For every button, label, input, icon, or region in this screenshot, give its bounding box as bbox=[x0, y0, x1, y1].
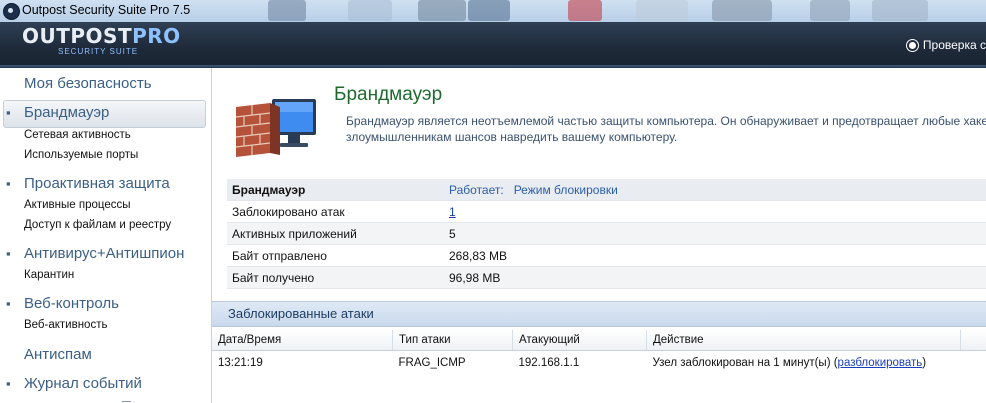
bullet-icon: ▪ bbox=[6, 176, 11, 191]
background-thumbnail bbox=[712, 0, 772, 21]
action-text: Узел заблокирован на 1 минут(ы) ( bbox=[652, 357, 838, 369]
outpost-logo: OUTPOSTPRO bbox=[22, 24, 181, 48]
info-row-sent: Байт отправлено 268,83 MB bbox=[227, 244, 986, 267]
cell-attacker: 192.168.1.1 bbox=[518, 357, 580, 369]
mode-link[interactable]: Режим блокировки bbox=[514, 183, 618, 197]
background-thumbnail bbox=[810, 0, 850, 21]
info-label: Заблокировано атак bbox=[227, 200, 444, 223]
column-header-attacker[interactable]: Атакующий bbox=[512, 330, 647, 351]
action-text-close: ) bbox=[922, 357, 927, 369]
info-label: Байт отправлено bbox=[227, 244, 444, 267]
column-header-datetime[interactable]: Дата/Время bbox=[212, 330, 393, 351]
info-label: Активных приложений bbox=[227, 222, 444, 245]
bullet-icon: ▪ bbox=[6, 296, 11, 311]
background-thumbnail bbox=[636, 0, 688, 21]
sidebar-item-antispam[interactable]: Антиспам bbox=[24, 346, 92, 363]
page-title: Брандмауэр bbox=[334, 84, 443, 105]
main-panel: Брандмауэр Брандмауэр является неотъемле… bbox=[212, 68, 986, 403]
background-thumbnail bbox=[872, 0, 928, 21]
background-thumbnail bbox=[468, 0, 510, 21]
sidebar-item-event-log[interactable]: ▪ Журнал событий bbox=[6, 375, 142, 392]
column-header-attack-type[interactable]: Тип атаки bbox=[392, 330, 513, 351]
bullet-icon: ▪ bbox=[6, 246, 11, 261]
sidebar-nav: Моя безопасность ▪ Брандмауэр Сетевая акт… bbox=[0, 68, 212, 403]
info-row-blocked: Заблокировано атак 1 bbox=[227, 200, 986, 223]
info-row-received: Байт получено 96,98 MB bbox=[227, 266, 986, 289]
firewall-info-table: Брандмауэр Работает: Режим блокировки Заб… bbox=[227, 179, 986, 289]
window-titlebar: Outpost Security Suite Pro 7.5 bbox=[0, 0, 986, 23]
cell-action: Узел заблокирован на 1 минут(ы) (разблок… bbox=[647, 351, 986, 376]
info-value: 268,83 MB bbox=[444, 244, 986, 267]
bullet-icon: ▪ bbox=[6, 105, 11, 120]
blocked-attacks-header: Заблокированные атаки bbox=[212, 301, 986, 327]
background-thumbnail bbox=[418, 0, 466, 21]
sidebar-item-antivirus[interactable]: ▪ Антивирус+Антишпион bbox=[6, 245, 184, 262]
table-row[interactable]: 13:21:19 FRAG_ICMP 192.168.1.1 Узел забл… bbox=[212, 351, 986, 376]
background-thumbnail bbox=[268, 0, 306, 21]
info-value: 96,98 MB bbox=[444, 266, 986, 289]
cell-time: 13:21:19 bbox=[218, 357, 263, 369]
sidebar-item-network-activity[interactable]: Сетевая активность bbox=[24, 129, 131, 141]
table-header-row: Дата/Время Тип атаки Атакующий Действие bbox=[212, 330, 986, 351]
info-label: Байт получено bbox=[227, 266, 444, 289]
update-check-button[interactable]: Проверка с bbox=[905, 37, 986, 53]
section-title: Заблокированные атаки bbox=[228, 306, 374, 321]
app-header: OUTPOSTPRO SECURITY SUITE Проверка с bbox=[0, 22, 986, 68]
firewall-status: Работает: bbox=[449, 182, 504, 197]
sidebar-item-web-activity[interactable]: Веб-активность bbox=[24, 319, 107, 331]
bullet-icon: ▪ bbox=[6, 376, 11, 391]
info-label: Брандмауэр bbox=[227, 179, 444, 201]
sidebar-item-used-ports[interactable]: Используемые порты bbox=[24, 149, 138, 161]
background-thumbnail bbox=[348, 0, 392, 21]
update-check-icon bbox=[905, 38, 919, 52]
page-description: Брандмауэр является неотъемлемой частью … bbox=[346, 114, 986, 144]
sidebar-item-firewall[interactable]: ▪ Брандмауэр bbox=[6, 104, 109, 121]
outpost-app-icon[interactable] bbox=[3, 3, 20, 20]
sidebar-item-web-control[interactable]: ▪ Веб-контроль bbox=[6, 295, 119, 312]
unblock-link[interactable]: разблокировать bbox=[838, 357, 923, 369]
info-row-apps: Активных приложений 5 bbox=[227, 222, 986, 245]
update-check-label: Проверка с bbox=[922, 38, 986, 52]
sidebar-item-active-processes[interactable]: Активные процессы bbox=[24, 199, 130, 211]
info-row-status: Брандмауэр Работает: Режим блокировки bbox=[227, 179, 986, 201]
cell-type: FRAG_ICMP bbox=[398, 357, 466, 369]
sidebar-item-my-security[interactable]: Моя безопасность bbox=[24, 75, 152, 92]
blocked-attacks-table: Дата/Время Тип атаки Атакующий Действие … bbox=[212, 330, 986, 375]
brick-wall-monitor-icon bbox=[235, 99, 316, 157]
sidebar-item-file-registry-access[interactable]: Доступ к файлам и реестру bbox=[24, 219, 171, 231]
sidebar-item-proactive[interactable]: ▪ Проактивная защита bbox=[6, 175, 170, 192]
window-title: Outpost Security Suite Pro 7.5 bbox=[22, 3, 191, 17]
column-header-extra bbox=[960, 330, 986, 351]
background-thumbnail bbox=[568, 0, 602, 21]
blocked-attacks-link[interactable]: 1 bbox=[449, 205, 456, 219]
sidebar-item-quarantine[interactable]: Карантин bbox=[24, 269, 74, 281]
info-value: 5 bbox=[444, 222, 986, 245]
column-header-action[interactable]: Действие bbox=[646, 330, 961, 351]
logo-subtitle: SECURITY SUITE bbox=[58, 47, 139, 56]
